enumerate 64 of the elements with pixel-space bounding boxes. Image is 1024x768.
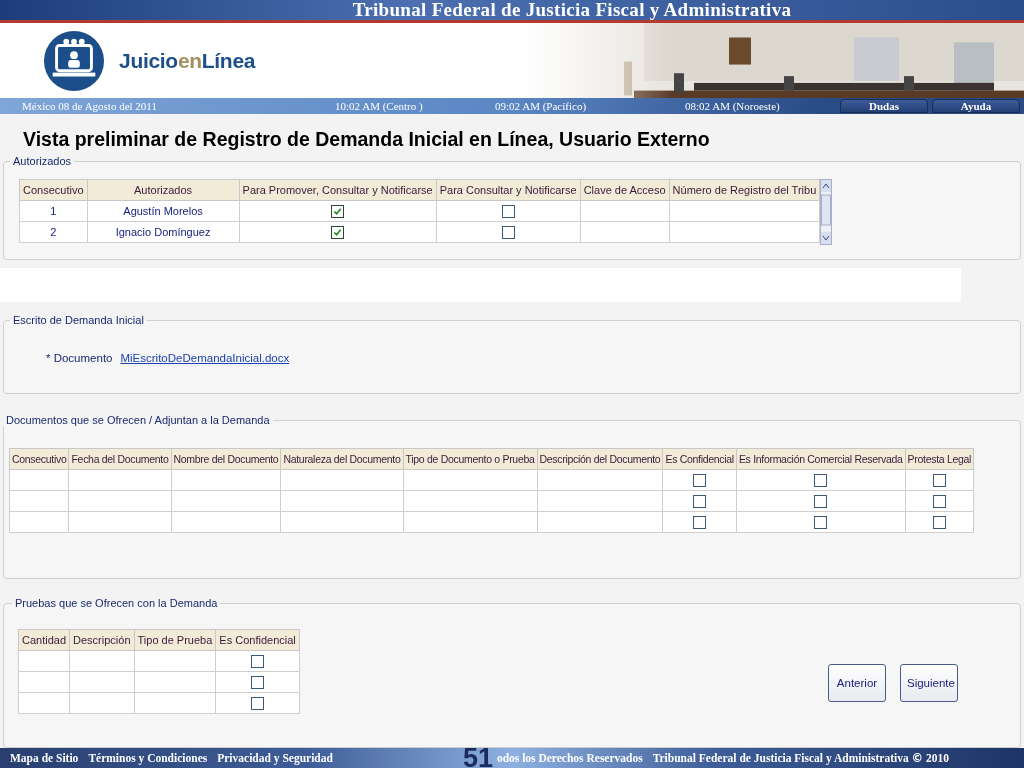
checkbox[interactable] <box>814 473 828 487</box>
header-button[interactable]: Dudas <box>840 99 928 114</box>
checkbox[interactable] <box>693 494 707 508</box>
time-text: 08:02 AM (Noroeste) <box>685 100 781 113</box>
checkbox[interactable] <box>932 494 946 508</box>
file-link[interactable]: MiEscritoDeDemandaInicial.docx <box>120 352 290 364</box>
column-header: Nombre del Documento <box>171 448 281 470</box>
nav-button[interactable]: Siguiente <box>900 664 958 702</box>
section-legend: Escrito de Demanda Inicial <box>10 314 147 326</box>
column-header: Descripción <box>69 629 134 651</box>
column-header: Para Consultar y Notificarse <box>436 179 581 201</box>
scrollbar[interactable] <box>820 179 833 245</box>
column-header: Para Promover, Consultar y Notificarse <box>239 179 437 201</box>
checkbox[interactable] <box>501 204 515 218</box>
section-legend: Autorizados <box>10 155 75 167</box>
logo-text: JuicioenLínea <box>119 48 256 73</box>
slide-number: 51 <box>462 748 493 768</box>
section-legend: Documentos que se Ofrecen / Adjuntan a la Demanda <box>3 414 273 426</box>
column-header: Es Confidencial <box>215 629 300 651</box>
site-title: Tribunal Federal de Justicia Fiscal y Administrativa <box>352 0 792 21</box>
section-legend: Pruebas que se Ofrecen con la Demanda <box>12 597 221 609</box>
column-header: Es Información Comercial Reservada <box>736 448 906 470</box>
date-text: México 08 de Agosto del 2011 <box>22 100 158 113</box>
checkbox[interactable] <box>932 473 946 487</box>
checkbox[interactable] <box>251 675 265 689</box>
time-text: 10:02 AM (Centro ) <box>335 100 424 113</box>
checkbox[interactable] <box>932 515 946 529</box>
checkbox[interactable] <box>693 515 707 529</box>
table-cell: Agustín Morelos <box>87 200 240 222</box>
header-button[interactable]: Ayuda <box>932 99 1020 114</box>
checkbox[interactable] <box>814 494 828 508</box>
table-cell: 2 <box>19 221 88 243</box>
column-header: Tipo de Documento o Prueba <box>403 448 537 470</box>
column-header: Consecutivo <box>9 448 69 470</box>
column-header: Consecutivo <box>19 179 88 201</box>
footer-link[interactable]: Privacidad y Seguridad <box>217 752 333 764</box>
rights-text: odos los Derechos Reservados <box>496 752 643 764</box>
nav-button[interactable]: Anterior <box>828 664 886 702</box>
checkbox[interactable] <box>814 515 828 529</box>
column-header: Tipo de Prueba <box>134 629 216 651</box>
column-header: Clave de Acceso <box>580 179 670 201</box>
column-header: Cantidad <box>18 629 70 651</box>
checkbox[interactable] <box>331 225 345 239</box>
column-header: Es Confidencial <box>662 448 737 470</box>
footer-link[interactable]: Términos y Condiciones <box>88 752 208 764</box>
column-header: Número de Registro del Tribu <box>669 179 820 201</box>
copyright-text: Tribunal Federal de Justicia Fiscal y Administrativa © 2010 <box>652 751 949 765</box>
column-header: Naturaleza del Documento <box>280 448 404 470</box>
table-cell: 1 <box>19 200 88 222</box>
checkbox[interactable] <box>501 225 515 239</box>
time-text: 09:02 AM (Pacífico) <box>495 100 588 113</box>
checkbox[interactable] <box>251 654 265 668</box>
checkbox[interactable] <box>693 473 707 487</box>
footer-link[interactable]: Mapa de Sitio <box>10 752 79 764</box>
checkbox[interactable] <box>331 204 345 218</box>
page-heading: Vista preliminar de Registro de Demanda Inicial en Línea, Usuario Externo <box>23 128 711 151</box>
column-header: Autorizados <box>87 179 240 201</box>
column-header: Descripción del Documento <box>537 448 663 470</box>
column-header: Protesta Legal <box>905 448 974 470</box>
field-label: * Documento <box>46 352 113 364</box>
table-cell: Ignacio Domínguez <box>87 221 240 243</box>
checkbox[interactable] <box>251 696 265 710</box>
column-header: Fecha del Documento <box>69 448 171 470</box>
people-monitor-icon <box>43 29 105 92</box>
